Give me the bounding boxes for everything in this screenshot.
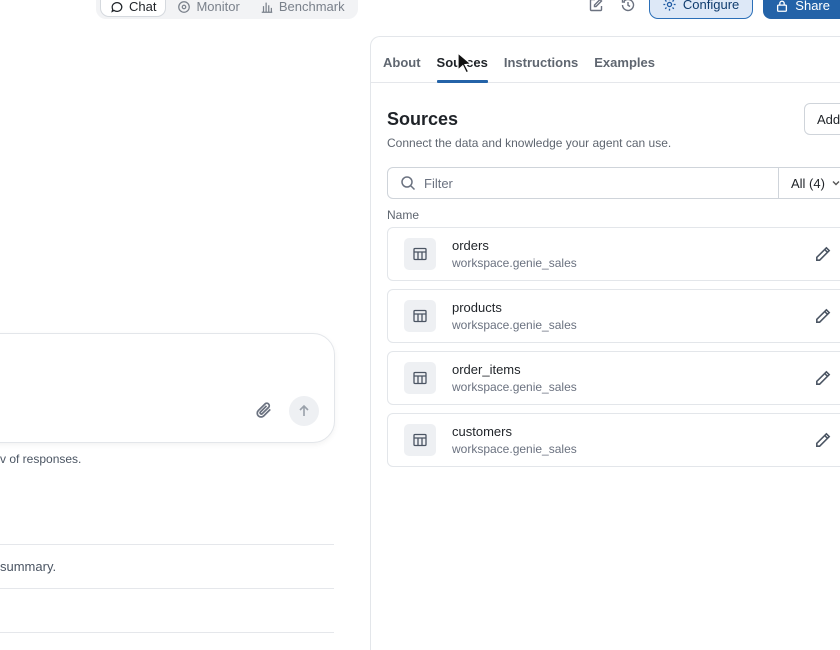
source-row-order-items[interactable]: order_items workspace.genie_sales bbox=[387, 351, 840, 405]
tab-instructions[interactable]: Instructions bbox=[504, 55, 578, 82]
history-icon bbox=[621, 0, 635, 11]
table-icon bbox=[404, 362, 436, 394]
source-name: order_items bbox=[452, 362, 521, 377]
mode-benchmark[interactable]: Benchmark bbox=[251, 0, 354, 17]
section-title: Sources bbox=[387, 109, 459, 129]
table-icon bbox=[404, 424, 436, 456]
tab-about[interactable]: About bbox=[383, 55, 421, 82]
filter-bar: All (4) bbox=[387, 167, 840, 199]
eye-icon bbox=[178, 0, 191, 13]
suggestion-item[interactable] bbox=[0, 588, 334, 632]
mode-label: Benchmark bbox=[278, 0, 345, 14]
top-actions: Configure Share bbox=[585, 0, 840, 19]
panel-tabs: About Sources Instructions Examples bbox=[371, 37, 840, 83]
source-name: orders bbox=[452, 238, 489, 253]
suggestion-item[interactable]: summary. bbox=[0, 544, 334, 588]
source-row-orders[interactable]: orders workspace.genie_sales bbox=[387, 227, 840, 281]
source-name: products bbox=[452, 300, 502, 315]
edit-square-icon bbox=[589, 0, 603, 11]
bar-chart-icon bbox=[261, 2, 273, 13]
suggestion-text: summary. bbox=[0, 559, 57, 574]
paperclip-icon bbox=[256, 402, 271, 418]
source-row-products[interactable]: products workspace.genie_sales bbox=[387, 289, 840, 343]
source-schema: workspace.genie_sales bbox=[452, 318, 577, 332]
configure-label: Configure bbox=[682, 0, 740, 12]
suggestion-item[interactable] bbox=[0, 632, 334, 650]
source-schema: workspace.genie_sales bbox=[452, 380, 577, 394]
source-row-customers[interactable]: customers workspace.genie_sales bbox=[387, 413, 840, 467]
tab-examples[interactable]: Examples bbox=[594, 55, 655, 82]
mode-monitor[interactable]: Monitor bbox=[168, 0, 248, 17]
mode-chat[interactable]: Chat bbox=[100, 0, 167, 17]
mode-label: Monitor bbox=[196, 0, 240, 14]
pencil-icon[interactable] bbox=[814, 245, 832, 263]
source-name: customers bbox=[452, 424, 512, 439]
arrow-up-icon bbox=[299, 404, 309, 416]
filter-type-select[interactable]: All (4) bbox=[778, 168, 840, 198]
mode-label: Chat bbox=[129, 0, 157, 14]
table-icon bbox=[404, 300, 436, 332]
share-button[interactable]: Share bbox=[763, 0, 840, 19]
mode-switcher: Chat Monitor Benchmark bbox=[96, 0, 358, 19]
add-source-button[interactable]: Add bbox=[804, 103, 840, 135]
share-label: Share bbox=[795, 0, 830, 13]
pencil-icon[interactable] bbox=[814, 369, 832, 387]
app-window: Chat Monitor Benchmark Configure Share v… bbox=[0, 0, 840, 650]
sources-list: orders workspace.genie_sales products wo… bbox=[387, 227, 840, 475]
chat-disclaimer: v of responses. bbox=[0, 452, 82, 466]
attach-button[interactable] bbox=[254, 400, 274, 420]
source-schema: workspace.genie_sales bbox=[452, 256, 577, 270]
edit-draft-button[interactable] bbox=[585, 0, 607, 19]
search-icon bbox=[401, 176, 416, 191]
configure-button[interactable]: Configure bbox=[648, 0, 754, 19]
section-subtitle: Connect the data and knowledge your agen… bbox=[387, 136, 672, 150]
lock-icon bbox=[777, 0, 788, 12]
source-schema: workspace.genie_sales bbox=[452, 442, 577, 456]
filter-input[interactable] bbox=[424, 169, 764, 197]
chat-composer[interactable] bbox=[0, 333, 335, 443]
pencil-icon[interactable] bbox=[814, 307, 832, 325]
chat-icon bbox=[111, 1, 123, 13]
pencil-icon[interactable] bbox=[814, 431, 832, 449]
chevron-down-icon bbox=[832, 181, 840, 186]
column-header-name: Name bbox=[387, 208, 420, 222]
table-icon bbox=[404, 238, 436, 270]
send-button[interactable] bbox=[289, 396, 319, 426]
history-button[interactable] bbox=[617, 0, 639, 19]
mouse-cursor-icon bbox=[457, 52, 473, 74]
configure-panel: About Sources Instructions Examples › So… bbox=[370, 36, 840, 650]
filter-select-value: All (4) bbox=[791, 175, 825, 191]
gear-icon bbox=[663, 0, 676, 11]
